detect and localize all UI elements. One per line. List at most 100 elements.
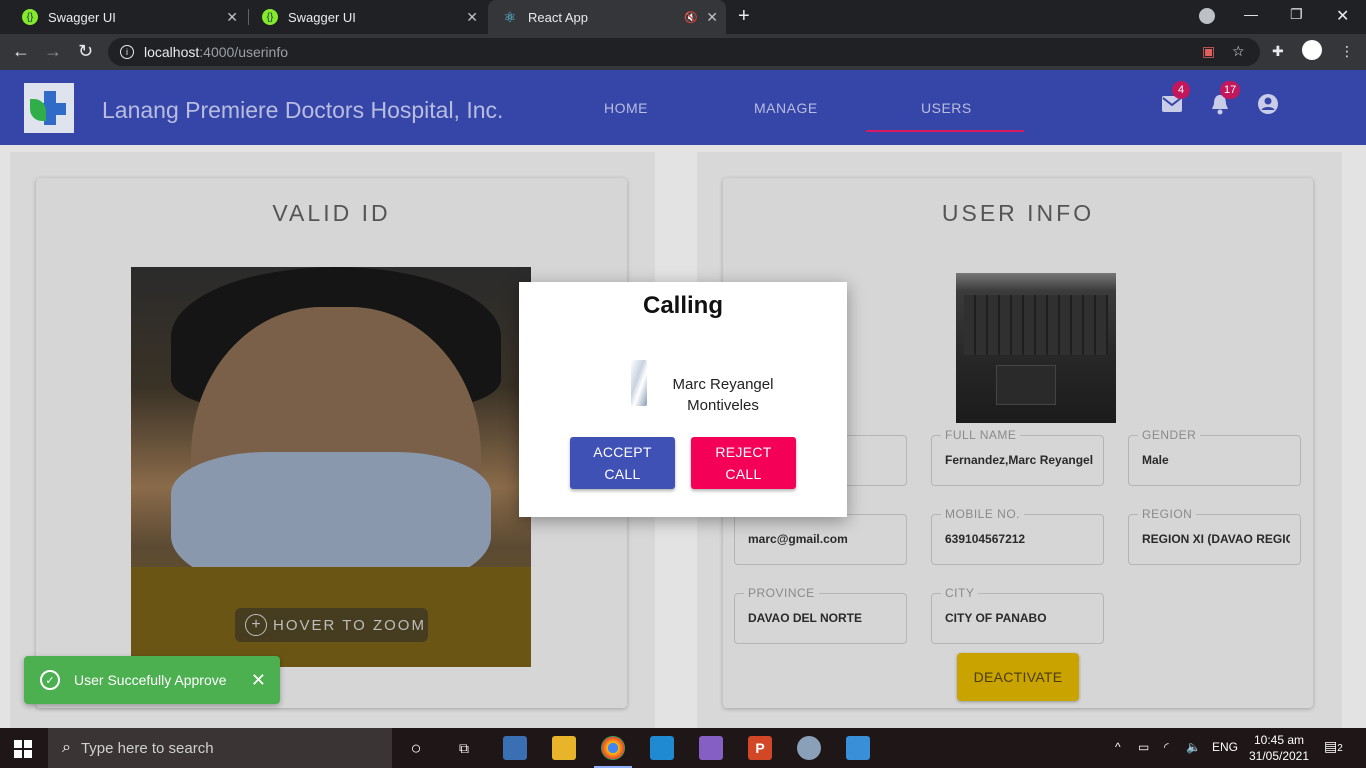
gender-value: Male	[1142, 453, 1169, 467]
region-field[interactable]: REGION REGION XI (DAVAO REGION)	[1128, 507, 1301, 565]
photos-icon[interactable]	[846, 736, 870, 760]
camera-blocked-icon[interactable]: ▣	[1202, 43, 1215, 60]
taskbar-search[interactable]: ⌕ Type here to search	[48, 728, 392, 768]
dolphin-app-icon[interactable]	[503, 736, 527, 760]
taskbar-clock[interactable]: 10:45 am 31/05/2021	[1248, 732, 1310, 764]
toast-close-icon[interactable]: ✕	[251, 670, 266, 691]
reject-line1: REJECT	[715, 444, 772, 460]
powerpoint-icon[interactable]: P	[748, 736, 772, 760]
minimize-icon[interactable]: —	[1244, 6, 1258, 22]
province-label: PROVINCE	[744, 586, 819, 600]
wifi-icon[interactable]: ◜	[1164, 740, 1169, 754]
nav-users[interactable]: USERS	[921, 100, 972, 116]
volume-icon[interactable]: 🔈	[1186, 740, 1201, 754]
extensions-icon[interactable]: ✚	[1272, 43, 1284, 60]
caller-name-line2: Montiveles	[687, 397, 759, 414]
info-icon[interactable]: i	[120, 45, 134, 59]
windows-start-icon[interactable]	[14, 740, 32, 758]
window-close-icon[interactable]: ✕	[1336, 6, 1349, 26]
zoom-plus-icon: +	[245, 614, 267, 636]
full-name-field[interactable]: FULL NAME Fernandez,Marc Reyangel	[931, 428, 1104, 486]
language-indicator[interactable]: ENG	[1212, 740, 1238, 754]
province-field[interactable]: PROVINCE DAVAO DEL NORTE	[734, 586, 907, 644]
user-photo	[956, 273, 1116, 423]
email-field[interactable]: marc@gmail.com	[734, 514, 907, 565]
action-center-icon[interactable]: ▤2	[1324, 738, 1343, 755]
mute-icon[interactable]: 🔇	[684, 11, 698, 24]
tab-swagger-2[interactable]: {} Swagger UI ✕	[248, 0, 486, 34]
browser-toolbar: ← → ↻ i localhost :4000/userinfo ▣ ☆ ✚ ⋮	[0, 34, 1366, 70]
notification-badge: 17	[1220, 81, 1241, 99]
react-icon: ⚛	[503, 8, 517, 25]
zoom-hint-label: HOVER TO ZOOM	[273, 616, 426, 634]
file-explorer-icon[interactable]	[552, 736, 576, 760]
tray-chevron-icon[interactable]: ^	[1115, 740, 1121, 754]
reject-line2: CALL	[725, 466, 762, 482]
valid-id-photo[interactable]	[131, 267, 531, 667]
back-icon[interactable]: ←	[12, 41, 30, 62]
city-field[interactable]: CITY CITY OF PANABO	[931, 586, 1104, 644]
calling-dialog: Calling Marc Reyangel Montiveles ACCEPT …	[519, 282, 847, 517]
app-viewport: Lanang Premiere Doctors Hospital, Inc. H…	[0, 70, 1366, 728]
mail-button[interactable]: 4	[1160, 81, 1190, 116]
close-icon[interactable]: ✕	[706, 9, 718, 26]
app-title: Lanang Premiere Doctors Hospital, Inc.	[102, 97, 504, 123]
nav-home[interactable]: HOME	[604, 100, 648, 116]
chrome-icon[interactable]	[601, 736, 625, 760]
caller-name-line1: Marc Reyangel	[672, 376, 774, 393]
nav-manage[interactable]: MANAGE	[754, 100, 818, 116]
notifications-button[interactable]: 17	[1208, 81, 1241, 116]
account-circle-icon	[1258, 94, 1278, 114]
windows-taskbar: ⌕ Type here to search ○ ⧉ P ^ ▭ ◜ 🔈 ENG …	[0, 728, 1366, 768]
region-label: REGION	[1138, 507, 1197, 521]
gender-label: GENDER	[1138, 428, 1201, 442]
clock-time: 10:45 am	[1253, 733, 1305, 747]
email-value: marc@gmail.com	[748, 532, 848, 546]
vscode-icon[interactable]	[650, 736, 674, 760]
mail-badge: 4	[1172, 81, 1190, 99]
check-circle-icon: ✓	[40, 670, 60, 690]
reject-call-button[interactable]: REJECT CALL	[691, 437, 796, 489]
menu-icon[interactable]: ⋮	[1340, 43, 1354, 60]
caller-name: Marc Reyangel Montiveles	[661, 374, 785, 416]
reload-icon[interactable]: ↻	[78, 41, 93, 62]
restore-icon[interactable]: ❐	[1290, 6, 1303, 23]
tab-search-icon[interactable]	[1199, 8, 1215, 24]
account-button[interactable]	[1256, 92, 1280, 116]
deactivate-button[interactable]: DEACTIVATE	[957, 653, 1079, 701]
caller-avatar	[631, 360, 647, 406]
full-name-value: Fernandez,Marc Reyangel	[945, 453, 1093, 467]
forward-icon[interactable]: →	[44, 41, 62, 62]
valid-id-title: VALID ID	[272, 200, 391, 226]
search-placeholder: Type here to search	[80, 739, 214, 757]
profile-icon[interactable]	[1302, 40, 1322, 60]
close-icon[interactable]: ✕	[466, 9, 478, 26]
city-label: CITY	[941, 586, 979, 600]
city-value: CITY OF PANABO	[945, 611, 1047, 625]
mobile-label: MOBILE NO.	[941, 507, 1025, 521]
url-host: localhost	[144, 44, 200, 60]
tab-title: Swagger UI	[288, 9, 356, 25]
province-value: DAVAO DEL NORTE	[748, 611, 863, 625]
cortana-icon[interactable]: ○	[404, 736, 428, 760]
gender-field[interactable]: GENDER Male	[1128, 428, 1301, 486]
battery-icon[interactable]: ▭	[1138, 740, 1149, 754]
app-header: Lanang Premiere Doctors Hospital, Inc. H…	[0, 70, 1366, 145]
bookmark-star-icon[interactable]: ☆	[1232, 43, 1245, 60]
tab-title: React App	[528, 9, 588, 25]
task-view-icon[interactable]: ⧉	[452, 736, 476, 760]
tab-swagger-1[interactable]: {} Swagger UI ✕	[8, 0, 246, 34]
full-name-label: FULL NAME	[941, 428, 1021, 442]
close-icon[interactable]: ✕	[226, 9, 238, 26]
hospital-logo	[24, 83, 74, 133]
swagger-icon: {}	[262, 9, 278, 25]
new-tab-button[interactable]: +	[738, 5, 750, 28]
mobile-field[interactable]: MOBILE NO. 639104567212	[931, 507, 1104, 565]
address-bar[interactable]: i localhost :4000/userinfo	[108, 38, 1260, 66]
tab-react-app[interactable]: ⚛ React App 🔇 ✕	[488, 0, 726, 34]
user-info-title: USER INFO	[941, 200, 1095, 226]
accept-call-button[interactable]: ACCEPT CALL	[570, 437, 675, 489]
visual-studio-icon[interactable]	[699, 736, 723, 760]
toast-message: User Succefully Approve	[74, 672, 227, 688]
paint-icon[interactable]	[797, 736, 821, 760]
